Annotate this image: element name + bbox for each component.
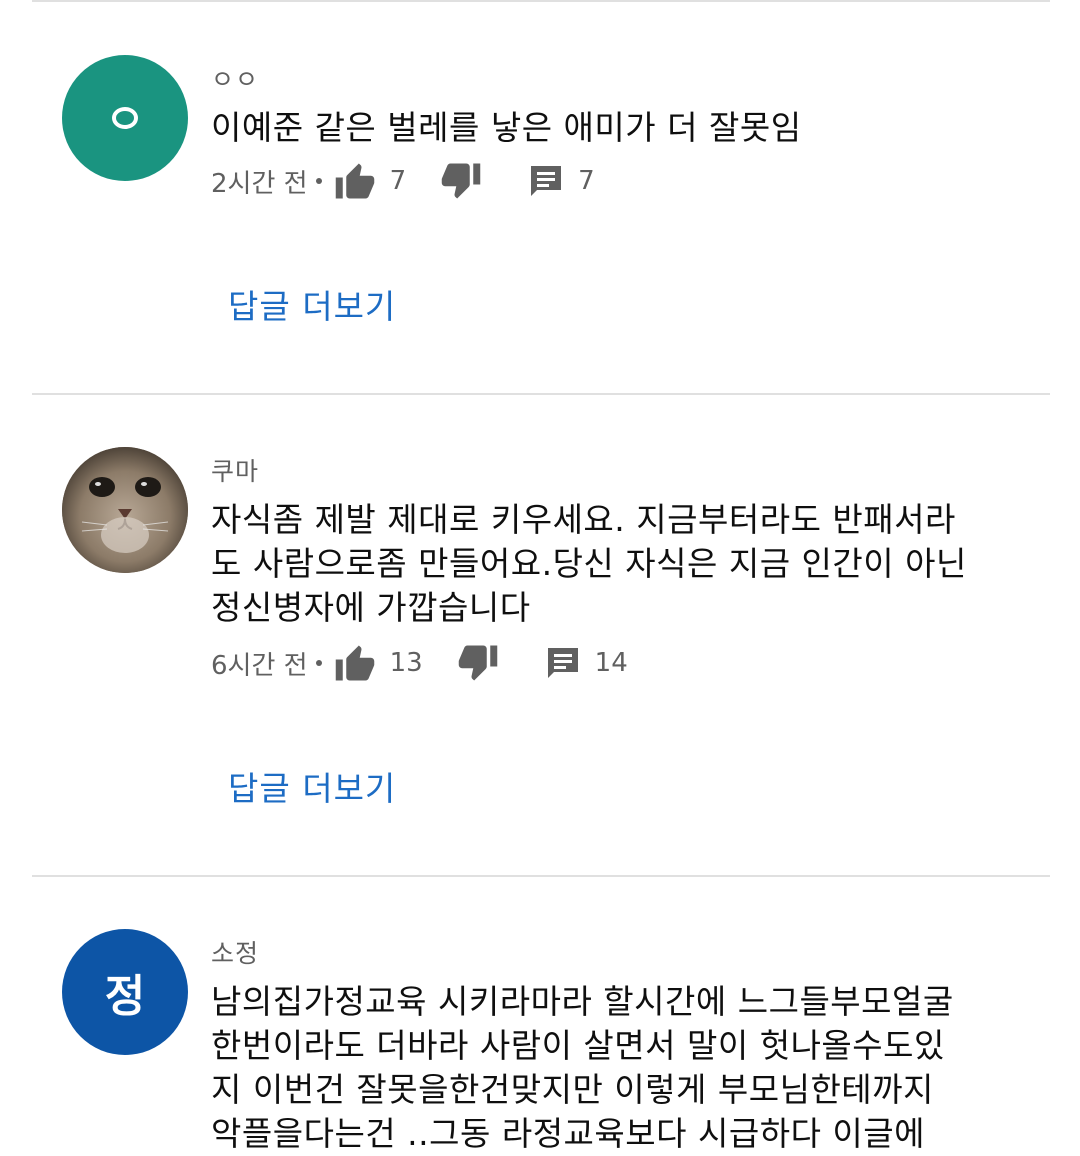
- more-replies-link[interactable]: 답글 더보기: [228, 762, 396, 810]
- avatar-letter-icon: [112, 107, 138, 129]
- comment-body: 남의집가정교육 시키라마라 할시간에 느그들부모얼굴 한번이라도 더바라 사람이…: [211, 982, 954, 1153]
- like-count: 13: [389, 648, 423, 678]
- avatar-letter: 정: [104, 971, 146, 1022]
- reply-count: 14: [594, 648, 628, 678]
- divider: [32, 393, 1050, 395]
- comment-author[interactable]: 쿠마: [211, 452, 259, 488]
- comment-body: 이예준 같은 벌레를 낳은 애미가 더 잘못임: [211, 108, 802, 147]
- comment-author[interactable]: ㅇㅇ: [211, 60, 259, 96]
- comment-time: 2시간 전: [211, 168, 308, 199]
- reply-count: 7: [578, 166, 595, 196]
- comment-icon[interactable]: [545, 645, 581, 681]
- separator-dot: [315, 660, 322, 666]
- avatar[interactable]: [62, 55, 188, 181]
- comment-time: 6시간 전: [211, 650, 308, 681]
- like-count: 7: [389, 166, 407, 196]
- thumbs-down-icon[interactable]: [440, 163, 482, 199]
- thumbs-down-icon[interactable]: [457, 645, 499, 681]
- divider: [32, 875, 1050, 877]
- comment-meta: 2시간 전 7 7: [211, 161, 595, 201]
- more-replies-link[interactable]: 답글 더보기: [228, 280, 396, 328]
- avatar[interactable]: 정: [62, 929, 188, 1055]
- separator-dot: [315, 178, 322, 184]
- comment-icon[interactable]: [528, 163, 564, 199]
- thumbs-up-icon[interactable]: [334, 163, 376, 199]
- divider-top: [32, 0, 1050, 2]
- thumbs-up-icon[interactable]: [334, 645, 376, 681]
- cat-avatar-image: [62, 447, 188, 573]
- avatar[interactable]: [62, 447, 188, 573]
- comment-author[interactable]: 소정: [211, 934, 259, 970]
- comment-body: 자식좀 제발 제대로 키우세요. 지금부터라도 반패서라 도 사람으로좀 만들어…: [211, 500, 967, 627]
- comment-meta: 6시간 전 13 14: [211, 643, 628, 683]
